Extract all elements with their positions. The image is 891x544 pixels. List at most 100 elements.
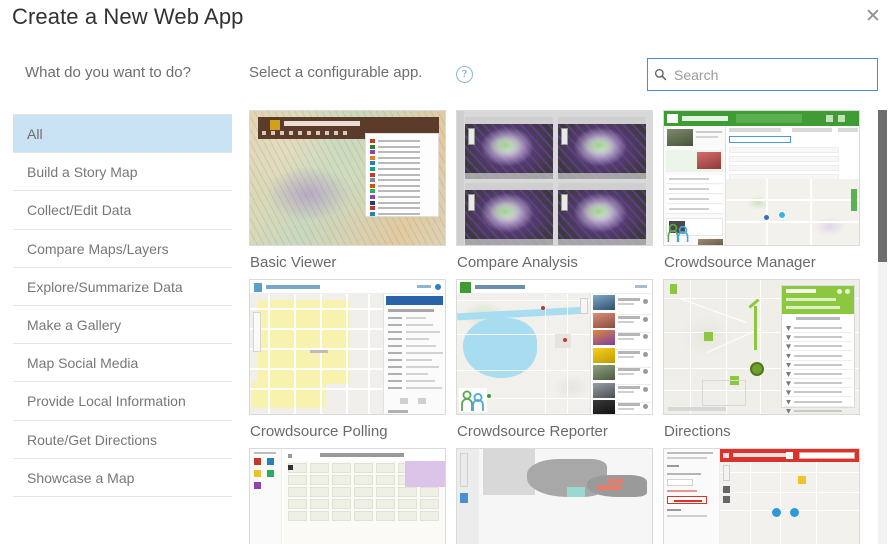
sidebar-item-compare-maps-layers[interactable]: Compare Maps/Layers	[13, 229, 232, 268]
parcel-block	[310, 487, 329, 497]
parcel-block	[288, 511, 307, 521]
road	[810, 179, 812, 245]
instruction	[667, 457, 707, 459]
map-tools	[460, 453, 468, 487]
app-thumbnail[interactable]	[249, 279, 446, 415]
search-box[interactable]	[647, 58, 878, 91]
close-icon[interactable]: ✕	[862, 5, 884, 27]
direction-step	[784, 324, 852, 333]
legend-text	[378, 179, 420, 182]
icon	[826, 115, 833, 122]
field-label	[388, 373, 402, 375]
thumb-artwork-emergency-vehicles	[664, 449, 859, 544]
app-card-directions[interactable]: Directions	[663, 279, 864, 440]
parcel-block	[420, 487, 439, 497]
app-card-label: Crowdsource Reporter	[457, 423, 608, 440]
sidebar-item-build-a-story-map[interactable]: Build a Story Map	[13, 153, 232, 192]
app-card-emergency-vehicles[interactable]	[663, 448, 864, 544]
logo	[254, 283, 262, 292]
sidebar-item-label: All	[27, 126, 43, 142]
road	[457, 370, 590, 372]
left-panel	[664, 449, 720, 544]
thumb-artwork-crowdsource-polling	[250, 280, 445, 414]
update-route-button[interactable]	[667, 496, 707, 504]
sidebar-item-label: Provide Local Information	[27, 393, 186, 410]
column-header	[838, 128, 858, 132]
map-pin	[487, 394, 491, 398]
thumb-photo	[698, 239, 723, 245]
tool-button	[460, 493, 468, 503]
parcel-block	[288, 487, 307, 497]
green-header	[664, 111, 859, 126]
help-icon[interactable]: ?	[456, 66, 473, 83]
road	[457, 300, 590, 302]
parcel-block	[310, 499, 329, 509]
road	[750, 462, 752, 544]
sidebar-item-label: Showcase a Map	[27, 469, 135, 486]
legend-swatch	[370, 211, 375, 216]
tool-button	[723, 496, 730, 503]
highlight-area	[405, 461, 445, 487]
app-card-crowdsource-manager[interactable]: Crowdsource Manager	[663, 110, 864, 271]
maneuver-icon	[786, 381, 791, 387]
sidebar-item-make-a-gallery[interactable]: Make a Gallery	[13, 305, 232, 345]
app-thumbnail[interactable]	[663, 448, 860, 544]
app-thumbnail[interactable]	[249, 448, 446, 544]
status-label	[667, 509, 681, 511]
report-subtitle	[618, 373, 634, 375]
sidebar-item-map-social-media[interactable]: Map Social Media	[13, 344, 232, 383]
app-thumbnail[interactable]	[456, 448, 653, 544]
app-thumbnail[interactable]	[456, 110, 653, 246]
parcel-block	[398, 487, 417, 497]
comments-label	[388, 410, 408, 413]
app-card-crowdsource-reporter[interactable]: Crowdsource Reporter	[456, 279, 657, 440]
app-card-compare-analysis[interactable]: Compare Analysis	[456, 110, 657, 271]
legend-header	[365, 117, 439, 133]
sidebar-item-provide-local-information[interactable]: Provide Local Information	[13, 382, 232, 421]
report-photo	[593, 295, 615, 310]
report-subtitle	[618, 338, 634, 340]
app-header	[250, 280, 445, 294]
signin	[635, 285, 647, 288]
field-label	[388, 352, 402, 354]
search-input[interactable]	[672, 60, 877, 89]
field-value	[406, 366, 439, 368]
sidebar-item-all[interactable]: All	[13, 115, 232, 154]
app-card-grey-analysis[interactable]	[456, 448, 657, 544]
row-text	[669, 188, 709, 190]
field-label	[388, 317, 402, 319]
parcel-block	[376, 487, 395, 497]
search-icon	[648, 68, 672, 81]
people-icon	[666, 221, 692, 243]
legend-text	[378, 151, 420, 154]
sidebar-item-explore-summarize-data[interactable]: Explore/Summarize Data	[13, 267, 232, 306]
app-card-damage-assessment[interactable]	[249, 448, 450, 544]
red-header	[720, 449, 859, 462]
direction-step	[784, 361, 852, 370]
field-label	[388, 331, 402, 333]
step-text	[794, 327, 842, 329]
app-thumbnail[interactable]	[663, 110, 860, 246]
thumb-artwork-crowdsource-manager	[664, 111, 859, 245]
density-overlay	[558, 183, 646, 245]
sidebar-item-collect-edit-data[interactable]: Collect/Edit Data	[13, 191, 232, 230]
app-thumbnail[interactable]	[456, 279, 653, 415]
legend-panel	[365, 133, 439, 217]
step-text	[794, 382, 842, 385]
list-item	[592, 399, 651, 414]
sidebar-item-showcase-a-map[interactable]: Showcase a Map	[13, 458, 232, 497]
app-thumbnail[interactable]	[249, 110, 446, 246]
field-label	[388, 324, 402, 326]
road	[780, 462, 782, 544]
report-subtitle	[618, 320, 634, 323]
app-card-crowdsource-polling[interactable]: Crowdsource Polling	[249, 279, 450, 440]
from-field	[786, 298, 836, 301]
app-thumbnail[interactable]	[663, 279, 860, 415]
density-overlay	[465, 183, 553, 245]
compare-grid	[457, 111, 652, 245]
sidebar-item-route-get-directions[interactable]: Route/Get Directions	[13, 420, 232, 459]
gallery-scrollbar-thumb[interactable]	[878, 110, 887, 262]
title-text	[284, 121, 360, 126]
app-card-basic-viewer[interactable]: Basic Viewer	[249, 110, 450, 271]
app-header-bar	[258, 117, 376, 139]
